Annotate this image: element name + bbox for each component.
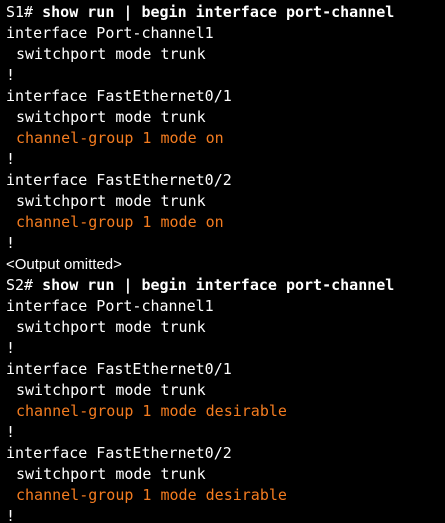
s2-config-line: ! — [6, 339, 16, 357]
s1-channel-group-line: channel-group 1 mode on — [16, 129, 224, 147]
s1-config-line: ! — [6, 66, 16, 84]
s2-config-line: switchport mode trunk — [16, 465, 206, 483]
s2-command: show run | begin interface port-channel — [42, 276, 395, 294]
s2-config-line: ! — [6, 423, 16, 441]
s1-command: show run | begin interface port-channel — [42, 3, 395, 21]
s1-config-line: ! — [6, 234, 16, 252]
s1-config-line: ! — [6, 150, 16, 168]
s1-config-line: switchport mode trunk — [16, 108, 206, 126]
output-omitted-note: <Output omitted> — [6, 256, 122, 273]
s2-channel-group-line: channel-group 1 mode desirable — [16, 402, 287, 420]
s2-config-line: interface Port-channel1 — [6, 297, 214, 315]
s2-config-line: switchport mode trunk — [16, 318, 206, 336]
s2-command-line: S2# show run | begin interface port-chan… — [6, 275, 445, 296]
s1-config-line: switchport mode trunk — [16, 45, 206, 63]
s1-prompt: S1# — [6, 3, 43, 21]
s2-prompt: S2# — [6, 276, 43, 294]
s1-config-line: interface Port-channel1 — [6, 24, 214, 42]
s1-channel-group-line: channel-group 1 mode on — [16, 213, 224, 231]
s2-config-line: switchport mode trunk — [16, 381, 206, 399]
s2-channel-group-line: channel-group 1 mode desirable — [16, 486, 287, 504]
s1-command-line: S1# show run | begin interface port-chan… — [6, 2, 445, 23]
terminal-output: S1# show run | begin interface port-chan… — [0, 0, 445, 523]
s1-config-line: interface FastEthernet0/1 — [6, 87, 232, 105]
s1-config-line: interface FastEthernet0/2 — [6, 171, 232, 189]
s2-config-line: ! — [6, 507, 16, 523]
s1-config-line: switchport mode trunk — [16, 192, 206, 210]
s2-config-line: interface FastEthernet0/2 — [6, 444, 232, 462]
s2-config-line: interface FastEthernet0/1 — [6, 360, 232, 378]
